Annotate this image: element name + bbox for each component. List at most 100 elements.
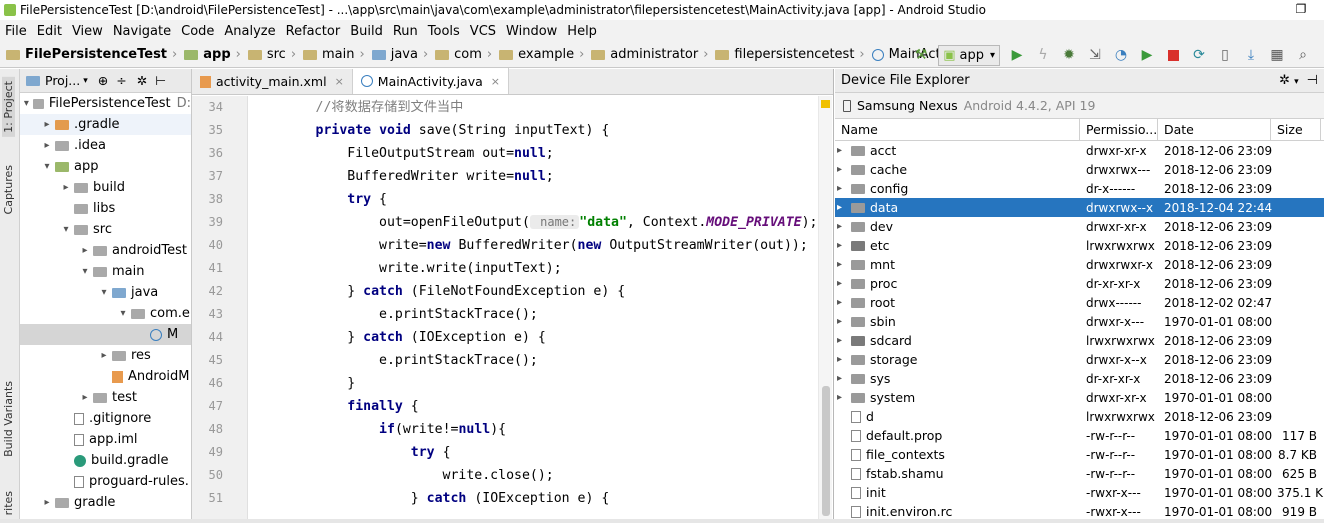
chevron-right-icon[interactable]: ▸ — [837, 373, 851, 384]
file-row[interactable]: ▸ sys dr-xr-xr-x 2018-12-06 23:09 — [835, 369, 1324, 388]
tab-build-variants[interactable]: Build Variants — [2, 381, 15, 457]
chevron-down-icon[interactable]: ▾ — [39, 161, 55, 172]
breadcrumb-item-main[interactable]: main › — [303, 47, 370, 62]
code-line[interactable]: } catch (IOException e) { — [252, 487, 822, 510]
chevron-right-icon[interactable]: ▸ — [77, 392, 93, 403]
chevron-right-icon[interactable]: ▸ — [837, 259, 851, 270]
restore-icon[interactable]: ❐ — [1278, 0, 1324, 19]
chevron-right-icon[interactable]: ▸ — [837, 316, 851, 327]
code-lines[interactable]: //将数据存储到文件当中 private void save(String in… — [252, 96, 822, 510]
column-header-size[interactable]: Size — [1271, 119, 1321, 140]
tree-item[interactable]: ▸ .gradle — [20, 114, 191, 135]
code-line[interactable]: try { — [252, 441, 822, 464]
file-row[interactable]: ▸ sbin drwxr-x--- 1970-01-01 08:00 — [835, 312, 1324, 331]
tree-item[interactable]: build.gradle — [20, 450, 191, 471]
code-line[interactable]: } catch (IOException e) { — [252, 326, 822, 349]
file-row[interactable]: ▸ dev drwxr-xr-x 2018-12-06 23:09 — [835, 217, 1324, 236]
close-icon[interactable]: × — [491, 75, 500, 88]
stop-icon[interactable] — [1160, 44, 1186, 66]
tab-activity-main-xml[interactable]: activity_main.xml × — [192, 69, 353, 94]
tab-project[interactable]: 1: Project — [2, 77, 15, 137]
attach-debugger-icon[interactable]: ⇲ — [1082, 44, 1108, 66]
menu-item-navigate[interactable]: Navigate — [108, 24, 176, 39]
tree-item[interactable]: app.iml — [20, 429, 191, 450]
tree-item[interactable]: ▸ gradle — [20, 492, 191, 513]
code-line[interactable]: e.printStackTrace(); — [252, 303, 822, 326]
chevron-down-icon[interactable]: ▾ — [115, 308, 131, 319]
gear-icon[interactable]: ✲ — [137, 73, 147, 88]
menu-item-run[interactable]: Run — [388, 24, 423, 39]
tree-item[interactable]: AndroidM — [20, 366, 191, 387]
locate-icon[interactable]: ⊕ — [98, 73, 108, 88]
file-row[interactable]: ▸ mnt drwxrwxr-x 2018-12-06 23:09 — [835, 255, 1324, 274]
column-header-permissio[interactable]: Permissio... — [1080, 119, 1158, 140]
chevron-right-icon[interactable]: ▸ — [837, 202, 851, 213]
code-line[interactable]: } — [252, 372, 822, 395]
project-structure-icon[interactable]: ▦ — [1264, 44, 1290, 66]
chevron-right-icon[interactable]: ▸ — [39, 119, 55, 130]
apply-changes-icon[interactable]: ϟ — [1030, 44, 1056, 66]
column-header-name[interactable]: Name — [835, 119, 1080, 140]
tab-mainactivity-java[interactable]: MainActivity.java × — [352, 68, 509, 94]
code-line[interactable]: e.printStackTrace(); — [252, 349, 822, 372]
hammer-icon[interactable]: ⚒ — [908, 44, 934, 66]
file-row[interactable]: default.prop -rw-r--r-- 1970-01-01 08:00 11… — [835, 426, 1324, 445]
file-row[interactable]: ▸ data drwxrwx--x 2018-12-04 22:44 — [835, 198, 1324, 217]
chevron-down-icon[interactable]: ▾ — [20, 98, 33, 109]
device-selector[interactable]: Samsung Nexus Android 4.4.2, API 19 — [835, 93, 1324, 119]
tree-item[interactable]: ▾ com.e — [20, 303, 191, 324]
run-config-select[interactable]: ▣ app ▾ — [938, 44, 1000, 66]
breadcrumb-item-app[interactable]: app › — [184, 47, 246, 62]
tree-item[interactable]: ▸ build — [20, 177, 191, 198]
column-header-date[interactable]: Date — [1158, 119, 1271, 140]
code-line[interactable]: } catch (FileNotFoundException e) { — [252, 280, 822, 303]
search-icon[interactable]: ⌕ — [1290, 44, 1316, 66]
breadcrumb-item-src[interactable]: src › — [247, 47, 301, 62]
chevron-down-icon[interactable]: ▾ — [58, 224, 74, 235]
scroll-thumb[interactable] — [822, 386, 830, 516]
file-row[interactable]: fstab.shamu -rw-r--r-- 1970-01-01 08:00 625… — [835, 464, 1324, 483]
chevron-right-icon[interactable]: ▸ — [58, 182, 74, 193]
menu-item-refactor[interactable]: Refactor — [281, 24, 346, 39]
gear-icon[interactable]: ✲ ▾ — [1279, 73, 1299, 88]
chevron-down-icon[interactable]: ▾ — [83, 76, 88, 86]
chevron-right-icon[interactable]: ▸ — [837, 335, 851, 346]
tree-item[interactable]: proguard-rules. — [20, 471, 191, 492]
tree-item[interactable]: .gitignore — [20, 408, 191, 429]
avd-manager-icon[interactable]: ▯ — [1212, 44, 1238, 66]
file-row[interactable]: ▸ acct drwxr-xr-x 2018-12-06 23:09 — [835, 141, 1324, 160]
debug-icon[interactable]: ✹ — [1056, 44, 1082, 66]
file-row[interactable]: file_contexts -rw-r--r-- 1970-01-01 08:00 8… — [835, 445, 1324, 464]
menu-item-edit[interactable]: Edit — [32, 24, 67, 39]
menu-item-vcs[interactable]: VCS — [465, 24, 501, 39]
code-line[interactable]: out=openFileOutput( name: "data", Context… — [252, 211, 822, 234]
code-line[interactable]: write=new BufferedWriter(new OutputStrea… — [252, 234, 822, 257]
project-view-selector[interactable]: Proj... — [45, 73, 80, 88]
breadcrumb-item-com[interactable]: com › — [435, 47, 497, 62]
collapse-icon[interactable]: ÷ — [116, 73, 126, 88]
tree-item[interactable]: ▸ res — [20, 345, 191, 366]
code-line[interactable]: try { — [252, 188, 822, 211]
sdk-manager-icon[interactable]: ⤓ — [1238, 44, 1264, 66]
chevron-right-icon[interactable]: ▸ — [837, 392, 851, 403]
tab-favorites[interactable]: rites — [2, 491, 15, 515]
tree-item[interactable]: ▾ app — [20, 156, 191, 177]
code-line[interactable]: if(write!=null){ — [252, 418, 822, 441]
file-row[interactable]: ▸ config dr-x------ 2018-12-06 23:09 — [835, 179, 1324, 198]
chevron-right-icon[interactable]: ▸ — [837, 221, 851, 232]
menu-item-code[interactable]: Code — [176, 24, 219, 39]
menu-item-analyze[interactable]: Analyze — [219, 24, 280, 39]
chevron-right-icon[interactable]: ▸ — [837, 278, 851, 289]
chevron-down-icon[interactable]: ▾ — [77, 266, 93, 277]
code-line[interactable]: write.write(inputText); — [252, 257, 822, 280]
chevron-right-icon[interactable]: ▸ — [837, 297, 851, 308]
code-line[interactable]: BufferedWriter write=null; — [252, 165, 822, 188]
close-icon[interactable]: × — [335, 75, 344, 88]
file-row[interactable]: ▸ sdcard lrwxrwxrwx 2018-12-06 23:09 — [835, 331, 1324, 350]
code-line[interactable]: write.close(); — [252, 464, 822, 487]
code-area[interactable]: 34 35 36 37 38 39 40 41 42 43 44 45 46 47 48 49 50 51 //将… — [192, 96, 832, 523]
tree-item[interactable]: ▸ androidTest — [20, 240, 191, 261]
tree-item[interactable]: ▾ main — [20, 261, 191, 282]
run-icon[interactable]: ▶ — [1004, 44, 1030, 66]
menu-item-window[interactable]: Window — [501, 24, 562, 39]
